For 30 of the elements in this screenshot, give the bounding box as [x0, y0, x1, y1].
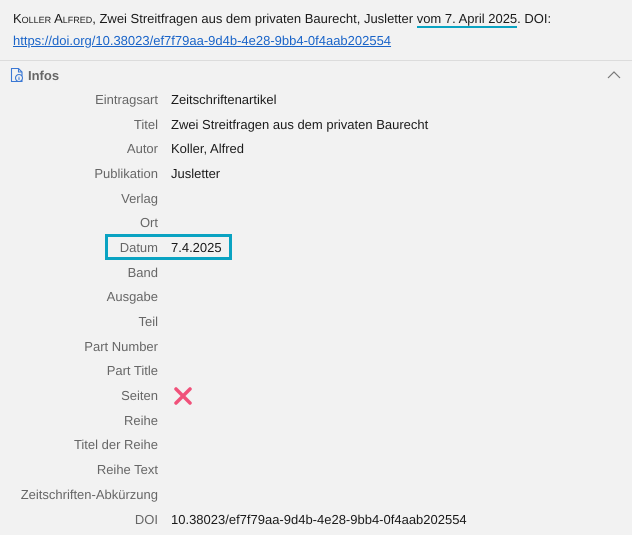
field-value: 10.38023/ef7f79aa-9d4b-4e28-9bb4-0f4aab202554 — [171, 512, 467, 527]
field-value: Zeitschriftenartikel — [171, 92, 276, 107]
field-label: Publikation — [94, 166, 158, 181]
field-label: Titel der Reihe — [74, 437, 158, 452]
field-label: Band — [128, 264, 158, 280]
collapse-chevron-icon[interactable] — [606, 69, 622, 81]
field-label: Autor — [126, 141, 158, 156]
doi-link[interactable]: https://doi.org/10.38023/ef7f79aa-9d4b-4e28-9bb4-0f4aab202554 — [13, 33, 392, 48]
field-label: Reihe Text — [96, 462, 158, 478]
field-label: Ort — [140, 215, 158, 230]
section-title: Infos — [28, 68, 60, 82]
field-label: Teil — [138, 314, 158, 330]
field-label: Part Title — [106, 363, 158, 378]
field-label: Seiten — [121, 388, 158, 404]
field-value: Jusletter — [171, 166, 220, 181]
field-label: Reihe — [124, 412, 158, 428]
field-label: Titel — [134, 116, 158, 132]
field-label: Eintragsart — [95, 92, 158, 107]
field-label: Datum — [120, 240, 158, 255]
underline-mark: vom 7. April 2025 — [416, 11, 518, 28]
field-label: DOI — [134, 512, 158, 527]
field-label: Ausgabe — [106, 289, 158, 304]
field-label: Verlag — [121, 190, 158, 206]
field-value: 7.4.2025 — [171, 240, 222, 255]
field-label: Zeitschriften-Abkürzung — [20, 486, 158, 502]
field-value: Zwei Streitfragen aus dem privaten Baurecht — [171, 116, 428, 132]
field-label: Part Number — [84, 338, 158, 354]
citation-text: Koller Alfred, Zwei Streitfragen aus dem privaten Baurecht, Jusletter vom 7. April 2025. DOI: https://doi.org/10.38023/ef7f79aa-9d4b-4e28-9bb4-0f4aab202554 — [13, 10, 552, 50]
field-value: Koller, Alfred — [171, 141, 244, 156]
document-info-icon — [10, 67, 24, 83]
